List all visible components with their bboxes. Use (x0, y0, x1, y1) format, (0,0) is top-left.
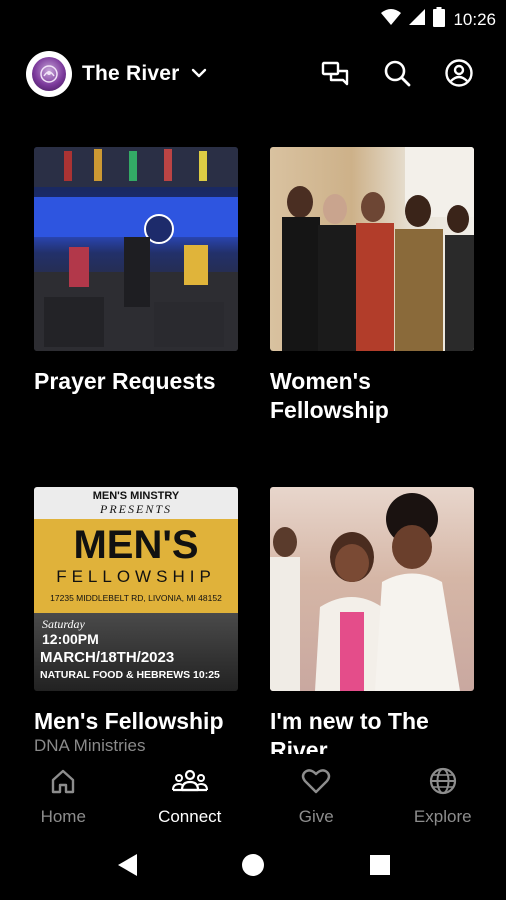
nav-label-connect: Connect (158, 807, 222, 826)
home-icon (48, 766, 78, 801)
poster-line2: PRESENTS (100, 502, 172, 516)
poster-line3: MEN'S (73, 523, 199, 567)
prayer-requests-image (34, 147, 238, 351)
prayer-photo-illustration (34, 147, 238, 351)
nav-item-home[interactable]: Home (0, 754, 127, 832)
new-photo-illustration (270, 493, 460, 691)
poster-line9: NATURAL FOOD & HEBREWS 10:25 (40, 669, 220, 681)
poster-yellow-band: MEN'S FELLOWSHIP 17235 MIDDLEBELT RD, LI… (34, 519, 238, 613)
card-title: Men's Fellowship (34, 708, 224, 734)
back-triangle-icon (115, 852, 139, 883)
poster-line1: MEN'S MINSTRY (92, 490, 180, 502)
card-mens-fellowship[interactable]: MEN'S MINSTRY PRESENTS MEN'S FELLOWSHIP … (34, 487, 238, 756)
poster-line6: Saturday (42, 617, 85, 631)
home-system-button[interactable] (238, 852, 268, 882)
group-icon (171, 766, 208, 801)
status-time: 10:26 (453, 9, 496, 29)
search-icon (382, 58, 412, 93)
account-icon (444, 58, 474, 93)
cell-signal-icon (409, 9, 426, 30)
bottom-nav: Home Connect Give Explore (0, 754, 506, 832)
home-circle-icon (241, 853, 265, 882)
globe-icon (428, 766, 458, 801)
back-button[interactable] (112, 852, 142, 882)
nav-item-explore[interactable]: Explore (380, 754, 506, 832)
status-bar: 10:26 (0, 0, 506, 36)
poster-bottom: Saturday 12:00PM MARCH/18TH/2023 NATURAL… (34, 613, 238, 691)
im-new-image (270, 487, 474, 691)
heart-icon (301, 766, 331, 801)
nav-item-connect[interactable]: Connect (127, 754, 254, 832)
account-button[interactable] (442, 58, 476, 92)
card-prayer-requests[interactable]: Prayer Requests (34, 147, 238, 396)
app-header: The River (0, 50, 506, 100)
poster-line8: MARCH/18TH/2023 (40, 649, 175, 666)
system-nav-bar (0, 832, 506, 900)
card-title: Women's Fellowship (270, 368, 389, 423)
church-name[interactable]: The River (82, 62, 180, 86)
card-title: Prayer Requests (34, 368, 216, 394)
mens-fellowship-poster: MEN'S MINSTRY PRESENTS MEN'S FELLOWSHIP … (34, 487, 238, 691)
nav-label-give: Give (298, 807, 334, 826)
messages-icon (320, 58, 350, 93)
poster-line5: 17235 MIDDLEBELT RD, LIVONIA, MI 48152 (50, 593, 222, 603)
nav-label-home: Home (40, 807, 86, 826)
card-im-new[interactable]: I'm new to The River (270, 487, 474, 765)
womens-fellowship-image (270, 147, 474, 351)
poster-line4: FELLOWSHIP (56, 567, 216, 586)
messages-button[interactable] (318, 58, 352, 92)
poster-header: MEN'S MINSTRY PRESENTS (34, 487, 238, 519)
search-button[interactable] (380, 58, 414, 92)
card-subtitle: DNA Ministries (34, 736, 146, 755)
card-womens-fellowship[interactable]: Women's Fellowship (270, 147, 474, 425)
recents-square-icon (369, 854, 391, 881)
poster-line7: 12:00PM (42, 631, 99, 647)
women-photo-illustration (282, 147, 474, 351)
chevron-down-icon[interactable] (190, 64, 208, 87)
status-icons: 10:26 (381, 7, 496, 32)
nav-item-give[interactable]: Give (253, 754, 380, 832)
wifi-icon (381, 8, 402, 31)
church-logo[interactable] (26, 51, 72, 97)
battery-icon (433, 7, 446, 32)
church-logo-emblem (32, 57, 66, 91)
nav-label-explore: Explore (413, 807, 472, 826)
recents-button[interactable] (365, 852, 395, 882)
